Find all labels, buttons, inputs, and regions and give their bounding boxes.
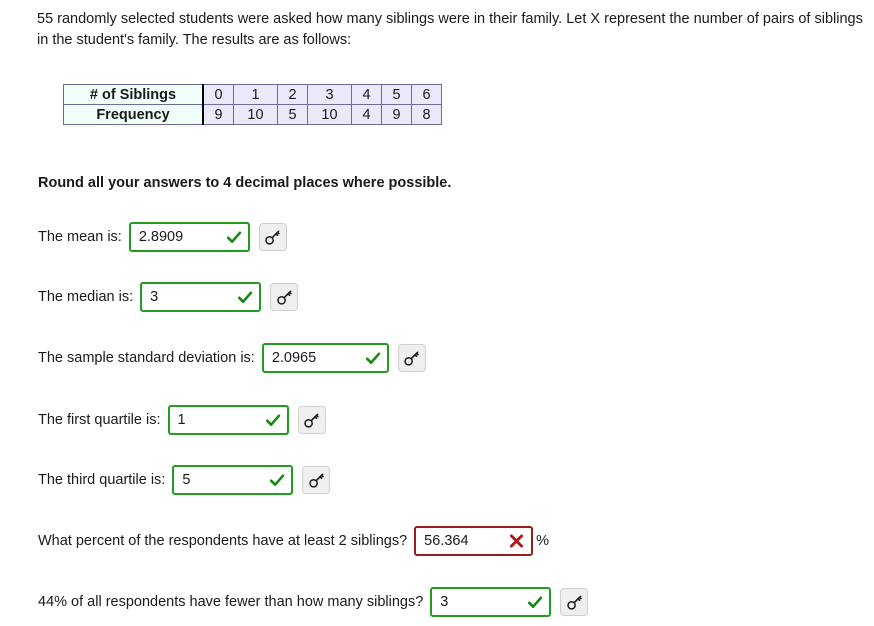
answer-row-2: The sample standard deviation is: (38, 343, 426, 373)
siblings-cell-1: 1 (233, 84, 278, 105)
answer-input-wrapper-1 (140, 282, 262, 312)
key-icon (403, 350, 420, 367)
siblings-cell-0: 0 (202, 84, 234, 105)
row-header-siblings: # of Siblings (63, 84, 204, 105)
frequency-cell-1: 10 (233, 104, 278, 125)
answer-row-0: The mean is: (38, 222, 287, 252)
answer-label-0: The mean is: (38, 229, 122, 245)
answer-row-1: The median is: (38, 282, 299, 312)
answer-row-5: What percent of the respondents have at … (38, 526, 549, 556)
frequency-cell-6: 8 (411, 104, 442, 125)
answer-input-4[interactable] (174, 467, 292, 493)
answer-label-5: What percent of the respondents have at … (38, 533, 408, 549)
frequency-cell-0: 9 (202, 104, 234, 125)
frequency-cell-2: 5 (277, 104, 308, 125)
solution-key-button-4[interactable] (302, 466, 331, 494)
solution-key-button-2[interactable] (397, 344, 426, 372)
answer-input-wrapper-4 (172, 465, 294, 495)
answer-label-3: The first quartile is: (38, 412, 161, 428)
siblings-cell-3: 3 (307, 84, 352, 105)
key-icon (308, 472, 325, 489)
answer-input-2[interactable] (263, 345, 387, 371)
siblings-cell-5: 5 (381, 84, 412, 105)
answer-label-2: The sample standard deviation is: (38, 350, 255, 366)
answer-input-6[interactable] (432, 589, 550, 615)
answer-row-6: 44% of all respondents have fewer than h… (38, 587, 589, 617)
table-row: # of Siblings 0 1 2 3 4 5 6 (63, 84, 442, 105)
answer-input-5[interactable] (416, 528, 532, 554)
question-prompt: 55 randomly selected students were asked… (37, 11, 863, 48)
siblings-cell-6: 6 (411, 84, 442, 105)
answer-input-0[interactable] (130, 224, 248, 250)
key-icon (303, 412, 320, 429)
frequency-cell-4: 4 (351, 104, 382, 125)
solution-key-button-3[interactable] (297, 406, 326, 434)
answer-input-wrapper-6 (430, 587, 552, 617)
key-icon (264, 229, 281, 246)
siblings-cell-4: 4 (351, 84, 382, 105)
key-icon (276, 289, 293, 306)
answer-label-1: The median is: (38, 289, 134, 305)
answer-label-4: The third quartile is: (38, 472, 166, 488)
rounding-instruction: Round all your answers to 4 decimal plac… (38, 175, 452, 191)
key-icon (566, 594, 583, 611)
siblings-cell-2: 2 (277, 84, 308, 105)
answer-label-6: 44% of all respondents have fewer than h… (38, 594, 424, 610)
answer-input-wrapper-0 (128, 222, 250, 252)
frequency-cell-3: 10 (307, 104, 352, 125)
answer-input-3[interactable] (169, 407, 287, 433)
frequency-table: # of Siblings 0 1 2 3 4 5 6 Frequency 9 … (63, 84, 442, 125)
solution-key-button-6[interactable] (560, 588, 589, 616)
frequency-cell-5: 9 (381, 104, 412, 125)
answer-row-3: The first quartile is: (38, 405, 326, 435)
answer-input-wrapper-3 (167, 405, 289, 435)
answer-input-wrapper-5 (414, 526, 534, 556)
solution-key-button-1[interactable] (270, 283, 299, 311)
answer-input-wrapper-2 (261, 343, 389, 373)
table-row: Frequency 9 10 5 10 4 9 8 (63, 104, 442, 125)
answer-input-1[interactable] (142, 284, 260, 310)
frequency-table-container: # of Siblings 0 1 2 3 4 5 6 Frequency 9 … (63, 84, 442, 125)
row-header-frequency: Frequency (63, 104, 204, 125)
percent-suffix-5: % (536, 533, 550, 549)
answer-row-4: The third quartile is: (38, 465, 331, 495)
solution-key-button-0[interactable] (258, 223, 287, 251)
